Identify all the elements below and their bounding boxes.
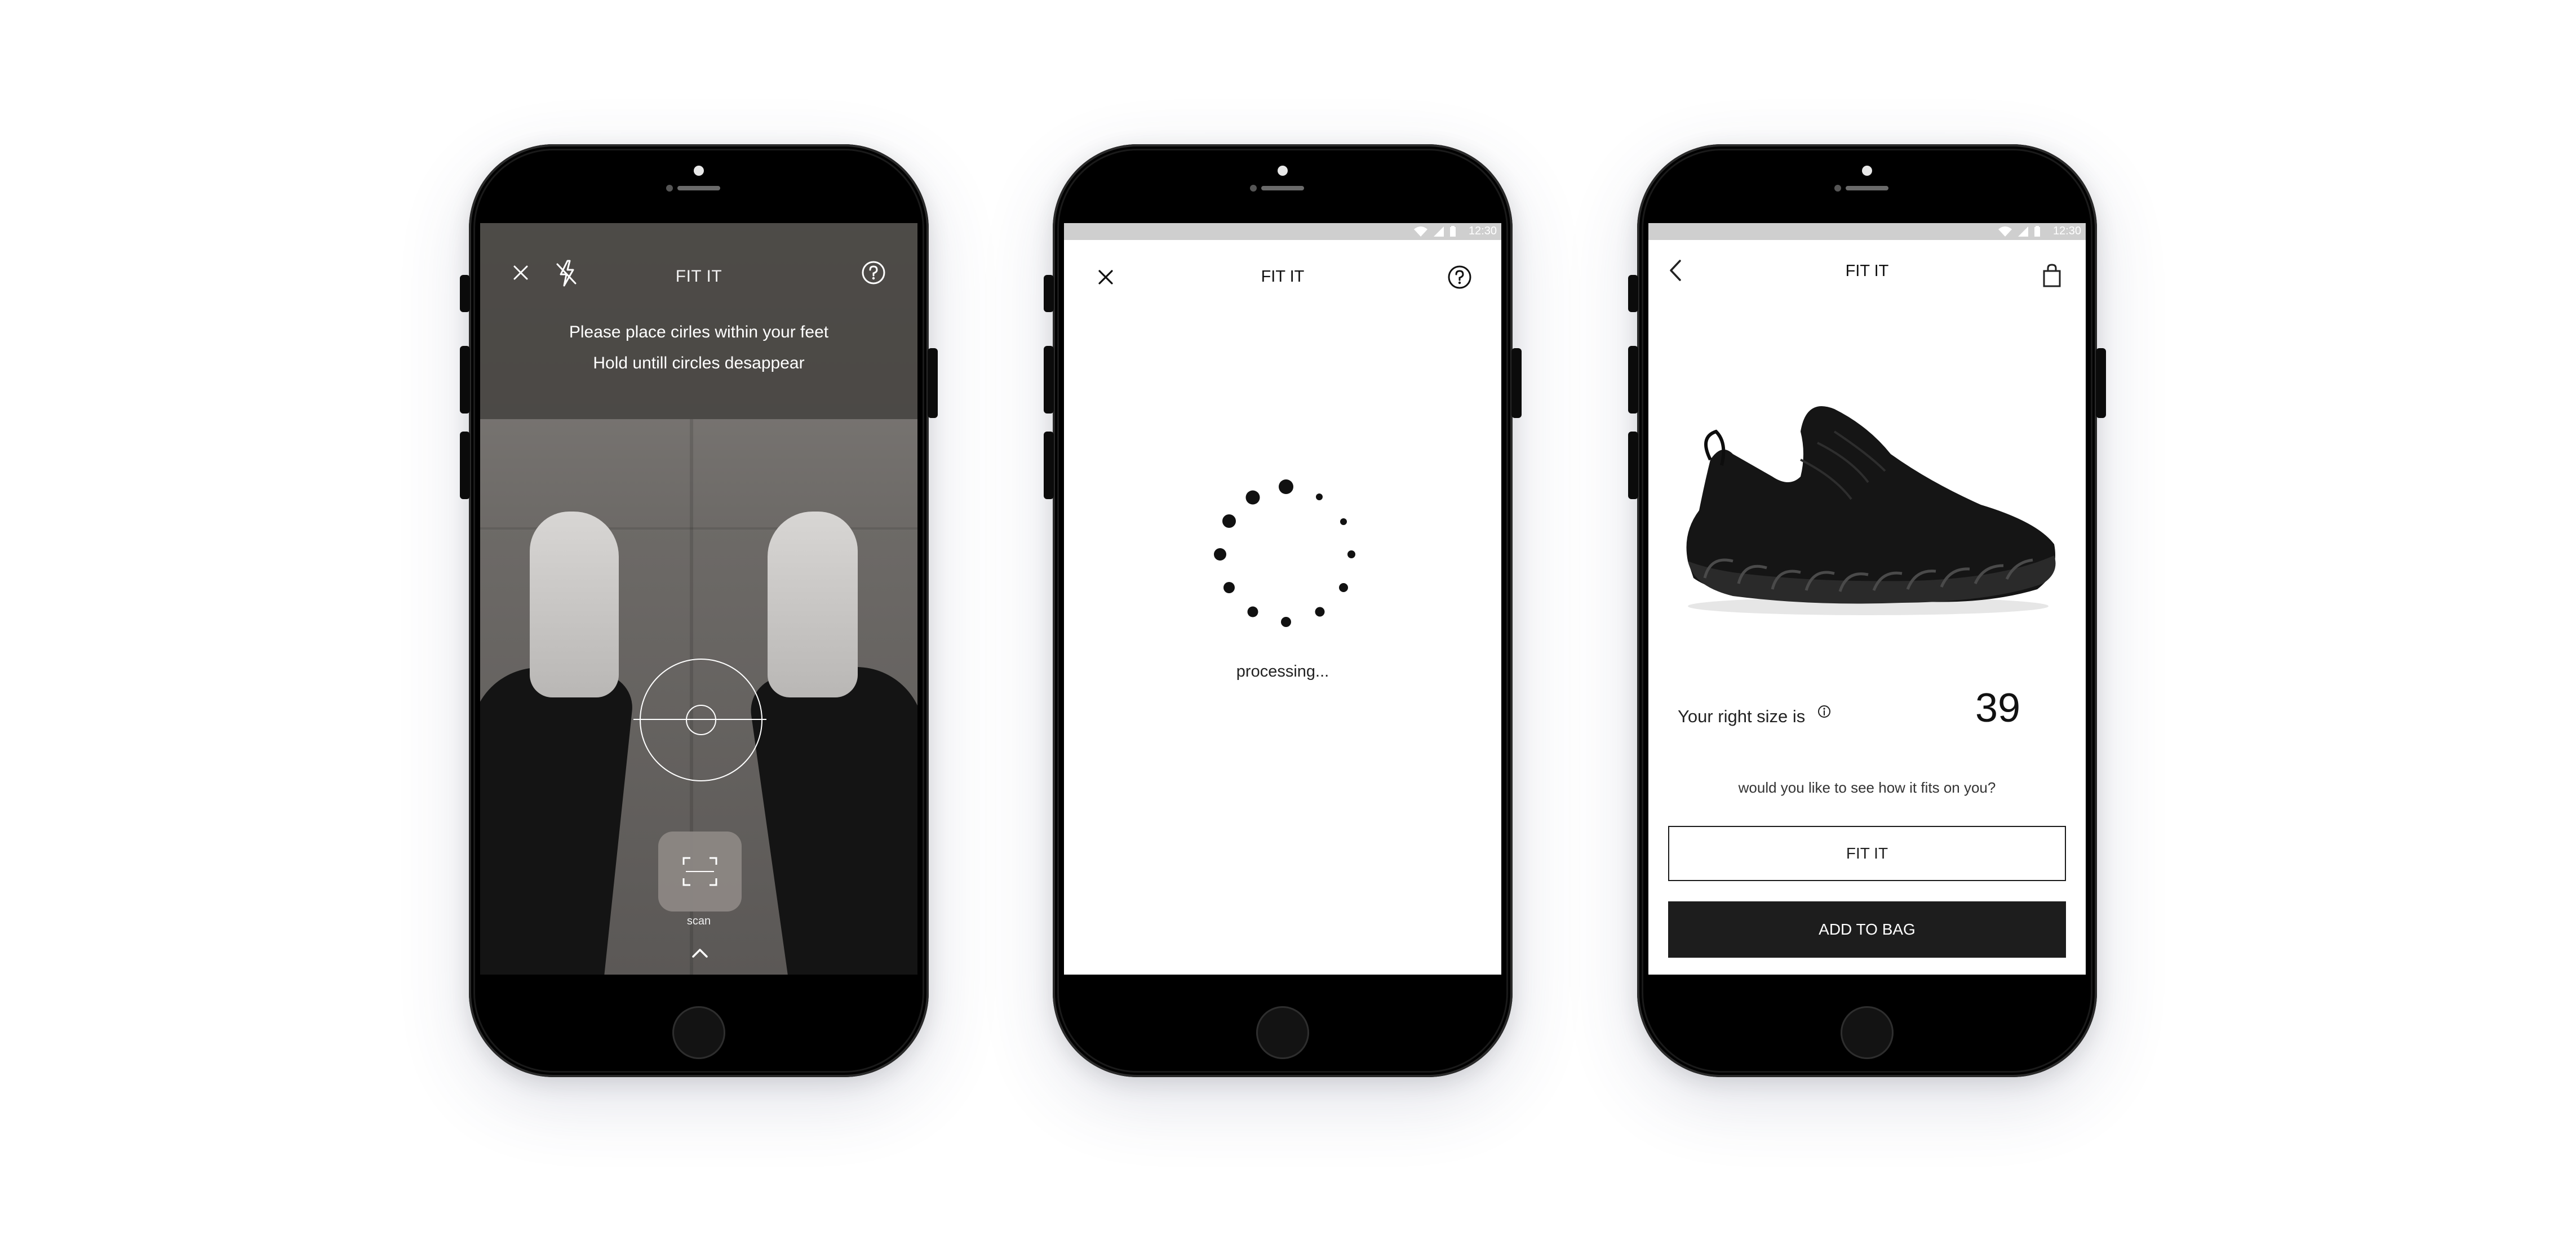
battery-icon bbox=[2034, 226, 2040, 237]
right-foot-image bbox=[768, 512, 858, 697]
info-icon[interactable] bbox=[1817, 705, 1831, 718]
spinner-dot bbox=[1214, 548, 1226, 561]
volume-down-button bbox=[460, 432, 470, 499]
result-screen: 12:30 FIT IT Your right size is 39 would… bbox=[1648, 223, 2086, 975]
add-to-bag-button[interactable]: ADD TO BAG bbox=[1668, 901, 2066, 958]
spinner-dot bbox=[1279, 479, 1293, 494]
target-center-circle bbox=[686, 705, 716, 735]
power-button bbox=[1511, 348, 1522, 418]
front-camera bbox=[1278, 166, 1288, 176]
fit-prompt-text: would you like to see how it fits on you… bbox=[1738, 779, 1996, 796]
loading-spinner bbox=[1214, 479, 1355, 627]
status-time: 12:30 bbox=[2052, 225, 2081, 237]
product-shoe-image bbox=[1686, 406, 2056, 615]
spinner-dot bbox=[1281, 617, 1291, 627]
spinner-dot bbox=[1247, 606, 1258, 617]
mute-switch bbox=[1628, 275, 1638, 312]
camera-screen: FIT IT Please place cirles within your f… bbox=[480, 223, 917, 975]
earpiece-speaker bbox=[1261, 186, 1304, 190]
scan-label: scan bbox=[686, 915, 711, 927]
phone-result-screen: 12:30 FIT IT Your right size is 39 would… bbox=[1628, 144, 2106, 1077]
instruction-line-2: Hold untill circles desappear bbox=[593, 354, 805, 372]
home-button bbox=[1841, 1006, 1894, 1059]
fit-it-button[interactable]: FIT IT bbox=[1668, 826, 2066, 881]
spinner-dot bbox=[1316, 493, 1323, 500]
power-button bbox=[2096, 348, 2106, 418]
signal-icon bbox=[2018, 226, 2028, 237]
status-bar: 12:30 bbox=[1648, 223, 2086, 240]
phone-camera-screen: FIT IT Please place cirles within your f… bbox=[460, 144, 938, 1077]
spinner-dot bbox=[1223, 582, 1235, 593]
spinner-dot bbox=[1347, 550, 1355, 558]
size-label: Your right size is bbox=[1678, 706, 1806, 726]
volume-up-button bbox=[1044, 346, 1054, 414]
proximity-sensor bbox=[1250, 185, 1257, 192]
spinner-dot bbox=[1340, 518, 1347, 525]
spinner-dot bbox=[1315, 607, 1325, 617]
help-icon[interactable] bbox=[860, 259, 887, 286]
volume-up-button bbox=[460, 346, 470, 414]
spinner-dot bbox=[1222, 514, 1236, 528]
instruction-line-1: Please place cirles within your feet bbox=[569, 323, 829, 341]
scan-frame-icon bbox=[682, 857, 717, 886]
mute-switch bbox=[1044, 275, 1054, 312]
phone-processing-screen: 12:30 FIT IT processing... bbox=[1044, 144, 1522, 1077]
processing-text: processing... bbox=[1236, 663, 1329, 681]
power-button bbox=[928, 348, 938, 418]
left-foot-image bbox=[530, 512, 619, 697]
processing-screen: 12:30 FIT IT processing... bbox=[1064, 223, 1501, 975]
scan-button[interactable] bbox=[658, 832, 742, 912]
proximity-sensor bbox=[1834, 185, 1841, 192]
earpiece-speaker bbox=[1846, 186, 1888, 190]
page-title: FIT IT bbox=[675, 267, 722, 286]
proximity-sensor bbox=[666, 185, 673, 192]
volume-down-button bbox=[1044, 432, 1054, 499]
presentation-stage: FIT IT Please place cirles within your f… bbox=[0, 0, 2576, 1236]
wifi-icon bbox=[1998, 226, 2012, 237]
camera-instruction-overlay: FIT IT Please place cirles within your f… bbox=[480, 223, 917, 419]
chevron-up-icon[interactable] bbox=[690, 946, 710, 960]
front-camera bbox=[1862, 166, 1872, 176]
front-camera bbox=[694, 166, 704, 176]
volume-down-button bbox=[1628, 432, 1638, 499]
status-icons bbox=[1998, 225, 2041, 238]
volume-up-button bbox=[1628, 346, 1638, 414]
recommended-size-value: 39 bbox=[1975, 686, 2021, 731]
page-title: FIT IT bbox=[1845, 262, 1889, 280]
home-button bbox=[1256, 1006, 1309, 1059]
shopping-bag-icon[interactable] bbox=[2039, 261, 2064, 290]
home-button bbox=[672, 1006, 725, 1059]
spinner-dot bbox=[1245, 490, 1260, 505]
mute-switch bbox=[460, 275, 470, 312]
spinner-dot bbox=[1339, 583, 1348, 592]
earpiece-speaker bbox=[677, 186, 720, 190]
